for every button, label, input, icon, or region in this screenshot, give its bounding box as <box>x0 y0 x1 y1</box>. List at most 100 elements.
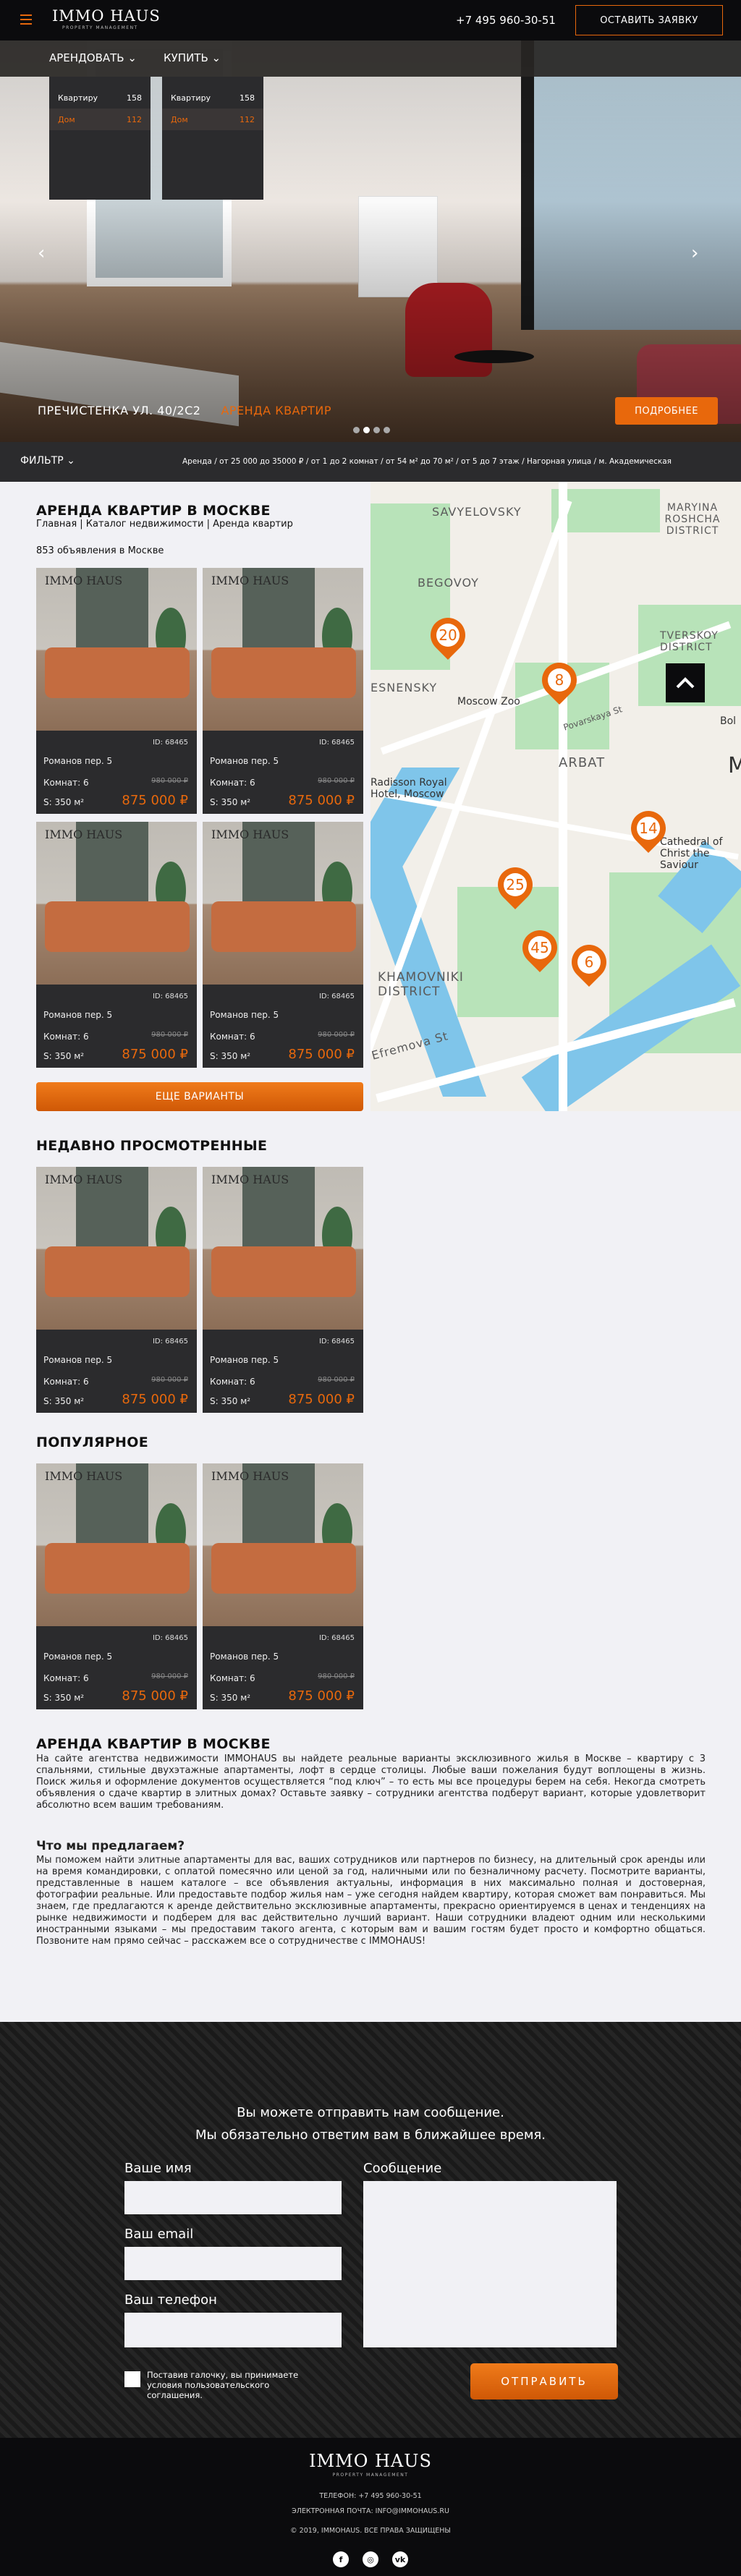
property-card[interactable]: IMMO HAUS ID: 68465 Романов пер. 5 Комнат: … <box>203 1463 363 1709</box>
map-label: ESNENSKY <box>370 681 438 694</box>
property-photo-sofa <box>45 647 190 698</box>
map-pin-count: 20 <box>439 626 457 644</box>
phone-label: Ваш телефон <box>124 2292 217 2308</box>
property-card[interactable]: IMMO HAUS ID: 68465 Романов пер. 5 Комнат: … <box>203 568 363 814</box>
property-card[interactable]: IMMO HAUS ID: 68465 Романов пер. 5 Комнат: … <box>36 1167 197 1413</box>
dropdown-item-house[interactable]: Дом 112 <box>49 109 151 130</box>
card-brand: IMMO HAUS <box>45 1469 123 1483</box>
chevron-down-icon: ⌄ <box>67 455 75 467</box>
header-phone[interactable]: +7 495 960-30-51 <box>456 14 556 27</box>
dropdown-item-apartment[interactable]: Квартиру 158 <box>49 87 151 109</box>
card-address: Романов пер. 5 <box>43 1355 113 1365</box>
footer-phone[interactable]: ТЕЛЕФОН: +7 495 960-30-51 <box>0 2492 741 2500</box>
footer-logo[interactable]: IMMO HAUS PROPERTY MANAGEMENT <box>0 2451 741 2478</box>
hero-more-button[interactable]: ПОДРОБНЕЕ <box>615 397 718 425</box>
card-old-price: 980 000 ₽ <box>318 1672 355 1680</box>
nav-buy[interactable]: КУПИТЬ ⌄ <box>164 51 221 64</box>
message-field[interactable] <box>363 2181 617 2347</box>
property-card[interactable]: IMMO HAUS ID: 68465 Романов пер. 5 Комнат: … <box>36 1463 197 1709</box>
card-area: S: 350 м² <box>210 797 251 807</box>
card-brand: IMMO HAUS <box>45 828 123 841</box>
slider-dot[interactable] <box>384 427 390 433</box>
name-field[interactable] <box>124 2181 342 2214</box>
map-pin-count: 45 <box>530 939 549 956</box>
card-id: ID: 68465 <box>318 1634 355 1642</box>
logo-sub: PROPERTY MANAGEMENT <box>62 25 138 30</box>
footer-email[interactable]: ЭЛЕКТРОННАЯ ПОЧТА: INFO@IMMOHAUS.RU <box>0 2507 741 2515</box>
map-pin[interactable]: 25 <box>491 860 540 909</box>
map-pin-count: 8 <box>554 671 564 689</box>
agree-checkbox[interactable] <box>124 2371 140 2387</box>
hero-type[interactable]: АРЕНДА КВАРТИР <box>221 404 331 417</box>
card-address: Романов пер. 5 <box>43 1010 113 1020</box>
scroll-top-button[interactable] <box>666 663 705 702</box>
card-price: 875 000 ₽ <box>288 1392 355 1407</box>
card-rooms: Комнат: 6 <box>43 1673 89 1683</box>
vk-icon[interactable]: vk <box>392 2551 408 2567</box>
property-card[interactable]: IMMO HAUS ID: 68465 Романов пер. 5 Комнат: … <box>36 568 197 814</box>
chevron-down-icon: ⌄ <box>211 51 221 64</box>
card-address: Романов пер. 5 <box>210 1010 279 1020</box>
contact-heading-1: Вы можете отправить нам сообщение. <box>237 2105 504 2120</box>
dropdown-item-label: Дом <box>58 114 75 124</box>
more-options-button[interactable]: ЕЩЕ ВАРИАНТЫ <box>36 1082 363 1111</box>
card-old-price: 980 000 ₽ <box>151 1031 188 1039</box>
email-field[interactable] <box>124 2247 342 2280</box>
facebook-icon[interactable]: f <box>333 2551 349 2567</box>
slider-next-icon[interactable]: › <box>691 242 698 264</box>
property-photo-sofa <box>45 1543 190 1594</box>
card-rooms: Комнат: 6 <box>210 1032 255 1042</box>
property-card[interactable]: IMMO HAUS ID: 68465 Романов пер. 5 Комнат: … <box>203 1167 363 1413</box>
card-id: ID: 68465 <box>152 1338 188 1346</box>
dropdown-item-label: Квартиру <box>171 93 211 103</box>
hamburger-menu-icon[interactable] <box>20 14 32 25</box>
recent-title: НЕДАВНО ПРОСМОТРЕННЫЕ <box>36 1138 268 1154</box>
card-rooms: Комнат: 6 <box>210 1377 255 1387</box>
property-card[interactable]: IMMO HAUS ID: 68465 Романов пер. 5 Комнат: … <box>36 822 197 1068</box>
card-rooms: Комнат: 6 <box>210 778 255 788</box>
nav-rent-label: АРЕНДОВАТЬ <box>49 51 124 64</box>
breadcrumb[interactable]: Главная | Каталог недвижимости | Аренда … <box>36 519 293 530</box>
card-price: 875 000 ₽ <box>122 793 188 808</box>
request-button[interactable]: ОСТАВИТЬ ЗАЯВКУ <box>575 5 723 35</box>
map-label: Cathedral of Christ the Saviour <box>660 836 723 871</box>
card-brand: IMMO HAUS <box>45 574 123 587</box>
card-brand: IMMO HAUS <box>45 1173 123 1186</box>
slider-dot[interactable] <box>363 427 370 433</box>
property-card[interactable]: IMMO HAUS ID: 68465 Романов пер. 5 Комнат: … <box>203 822 363 1068</box>
site-header: IMMO HAUS PROPERTY MANAGEMENT +7 495 960… <box>0 0 741 41</box>
map-pin[interactable]: 8 <box>535 655 584 705</box>
dropdown-item-label: Квартиру <box>58 93 98 103</box>
logo[interactable]: IMMO HAUS PROPERTY MANAGEMENT <box>52 7 161 30</box>
slider-prev-icon[interactable]: ‹ <box>38 242 45 264</box>
card-rooms: Комнат: 6 <box>210 1673 255 1683</box>
map-pin[interactable]: 6 <box>564 938 614 987</box>
footer-logo-sub: PROPERTY MANAGEMENT <box>332 2473 409 2478</box>
name-label: Ваше имя <box>124 2161 192 2176</box>
nav-rent[interactable]: АРЕНДОВАТЬ ⌄ <box>49 51 137 64</box>
slider-dot[interactable] <box>373 427 380 433</box>
chevron-down-icon: ⌄ <box>127 51 137 64</box>
dropdown-item-count: 158 <box>240 93 255 103</box>
map-pin[interactable]: 20 <box>423 611 473 660</box>
dropdown-item-count: 112 <box>240 114 255 124</box>
chevron-up-icon <box>676 677 695 689</box>
about-title: АРЕНДА КВАРТИР В МОСКВЕ <box>36 1736 271 1752</box>
dropdown-item-apartment[interactable]: Квартиру 158 <box>162 87 263 109</box>
map-pin[interactable]: 14 <box>624 804 673 853</box>
property-photo-sofa <box>45 1246 190 1297</box>
instagram-icon[interactable]: ◎ <box>363 2551 378 2567</box>
send-button[interactable]: ОТПРАВИТЬ <box>470 2363 618 2399</box>
filter-toggle[interactable]: ФИЛЬТР ⌄ <box>20 455 75 467</box>
hero-address: ПРЕЧИСТЕНКА УЛ. 40/2С2 <box>38 404 201 417</box>
dropdown-item-house[interactable]: Дом 112 <box>162 109 263 130</box>
property-photo-sofa <box>45 901 190 952</box>
map-pin[interactable]: 45 <box>515 923 564 972</box>
map-label: ARBAT <box>559 755 606 770</box>
slider-dot[interactable] <box>353 427 360 433</box>
map-pin-count: 25 <box>506 876 525 893</box>
map[interactable]: SAVYELOVSKY MARYINA ROSHCHA DISTRICT BEG… <box>370 482 741 1111</box>
card-price: 875 000 ₽ <box>288 1047 355 1062</box>
phone-field[interactable] <box>124 2313 342 2347</box>
dropdown-item-label: Дом <box>171 114 188 124</box>
